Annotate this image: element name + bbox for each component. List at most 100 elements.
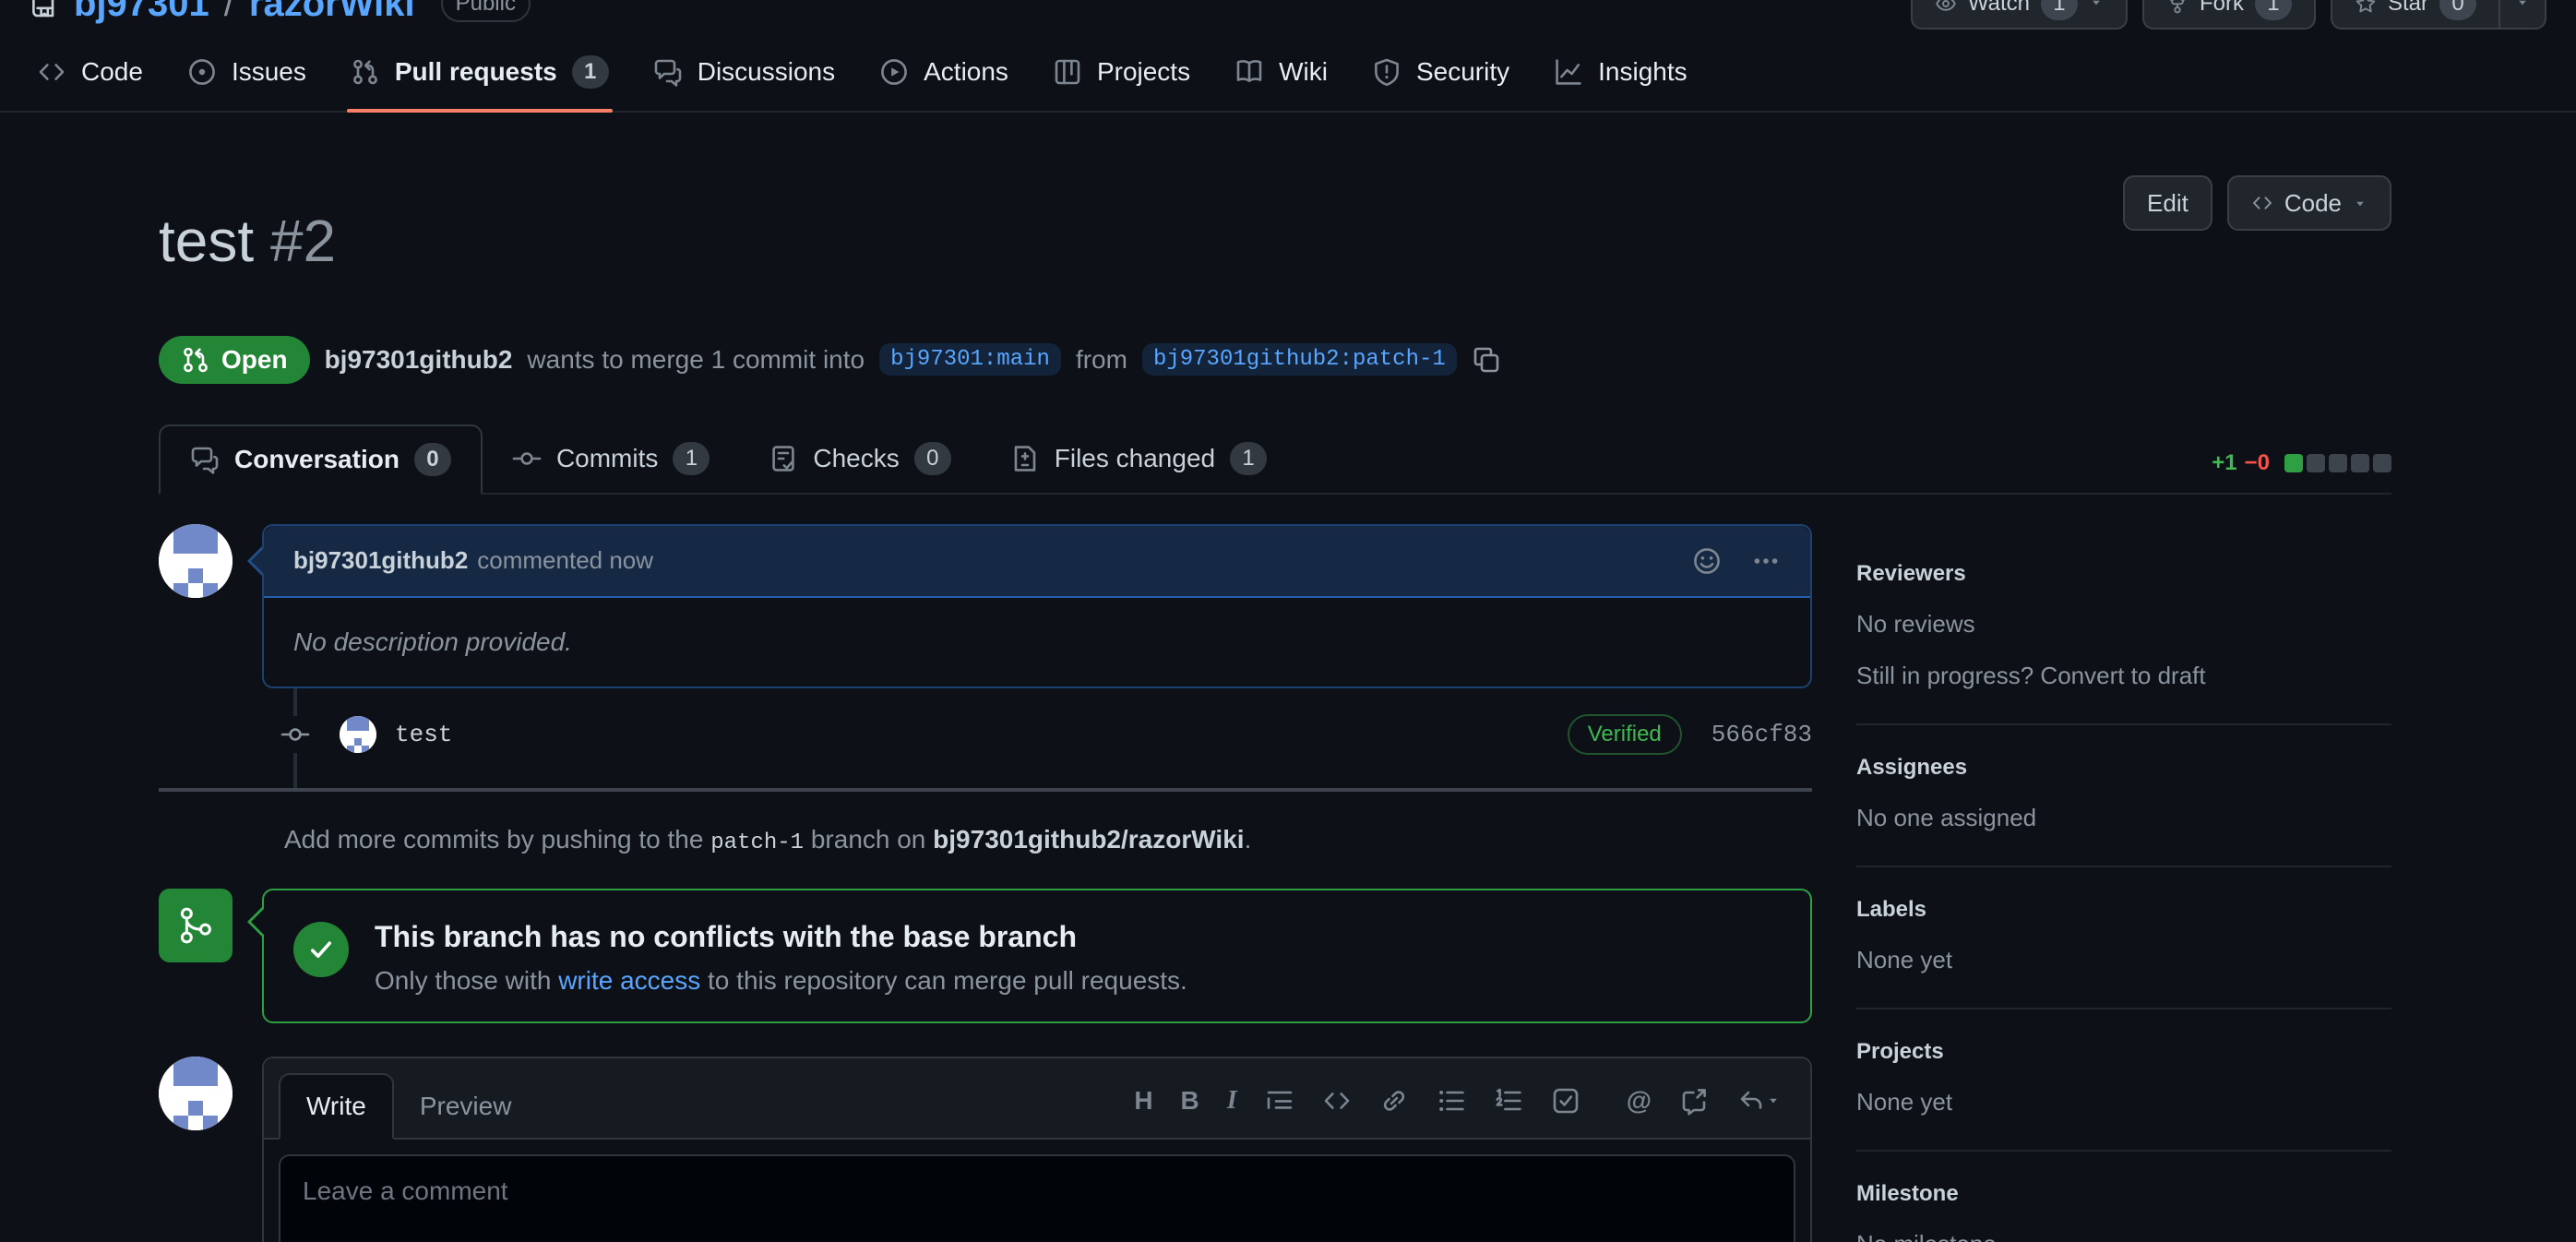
smiley-icon[interactable]	[1692, 546, 1722, 576]
tab-write[interactable]: Write	[279, 1073, 394, 1140]
tab-conversation[interactable]: Conversation 0	[159, 424, 483, 495]
saved-replies-icon[interactable]	[1736, 1086, 1781, 1116]
sidebar-section-labels: Labels None yet	[1856, 867, 2391, 1009]
nav-tab-security[interactable]: Security	[1354, 41, 1528, 111]
comment-author-link[interactable]: bj97301github2	[293, 546, 468, 575]
base-branch-label[interactable]: bj97301:main	[879, 343, 1061, 376]
merge-subtitle-text: Only those with	[375, 966, 551, 995]
push-hint-text: .	[1245, 825, 1252, 854]
avatar[interactable]	[340, 716, 376, 753]
merge-status-text: This branch has no conflicts with the ba…	[375, 916, 1187, 996]
star-icon	[2355, 0, 2377, 15]
edit-button[interactable]: Edit	[2123, 175, 2212, 231]
nav-tab-label: Issues	[232, 57, 306, 87]
nav-tab-discussions[interactable]: Discussions	[635, 41, 853, 111]
tab-label: Conversation	[234, 445, 400, 474]
copy-icon[interactable]	[1472, 345, 1501, 375]
sidebar-value: None yet	[1856, 1083, 2391, 1120]
code-icon[interactable]	[1322, 1086, 1352, 1116]
write-access-link[interactable]: write access	[558, 966, 700, 995]
tab-files-changed[interactable]: Files changed 1	[981, 424, 1296, 493]
nav-tab-issues[interactable]: Issues	[169, 41, 325, 111]
avatar	[159, 1057, 233, 1130]
pr-meta: Open bj97301github2 wants to merge 1 com…	[159, 336, 2391, 384]
nav-tab-wiki[interactable]: Wiki	[1216, 41, 1346, 111]
tab-label: Files changed	[1055, 444, 1215, 473]
push-hint-branch: patch-1	[710, 830, 804, 855]
pr-layout: bj97301github2 commented now No descript…	[159, 524, 2391, 1242]
heading-icon[interactable]: H	[1134, 1086, 1152, 1116]
tab-commits[interactable]: Commits 1	[483, 424, 739, 493]
commit-row: test Verified 566cf83	[159, 714, 1812, 755]
repo-name-link[interactable]: razorWiki	[249, 0, 415, 25]
star-caret-segment[interactable]	[2498, 0, 2545, 28]
push-hint: Add more commits by pushing to the patch…	[159, 825, 1812, 855]
pr-author-link[interactable]: bj97301github2	[325, 345, 513, 375]
repo-actions: Watch 1 Fork 1 Star 0	[1911, 0, 2546, 30]
code-dropdown-button[interactable]: Code	[2227, 175, 2391, 231]
nav-tab-label: Insights	[1598, 57, 1688, 87]
fork-label: Fork	[2200, 0, 2244, 17]
star-count: 0	[2439, 0, 2476, 20]
pr-header: test #2 Edit Code	[159, 164, 2391, 317]
nav-tab-actions[interactable]: Actions	[861, 41, 1027, 111]
cross-reference-icon[interactable]	[1679, 1086, 1709, 1116]
diffstat-additions: +1	[2212, 450, 2236, 476]
verified-badge[interactable]: Verified	[1568, 714, 1682, 755]
markdown-toolbar: H B I @	[1134, 1086, 1795, 1138]
merge-status-box: This branch has no conflicts with the ba…	[262, 889, 1812, 1023]
sidebar-heading-projects[interactable]: Projects	[1856, 1039, 2391, 1065]
git-commit-icon	[280, 716, 310, 753]
fork-icon	[2166, 0, 2188, 15]
head-branch-label[interactable]: bj97301github2:patch-1	[1142, 343, 1457, 376]
unordered-list-icon[interactable]	[1437, 1086, 1466, 1116]
fork-button[interactable]: Fork 1	[2142, 0, 2316, 30]
comment-body: No description provided.	[264, 598, 1810, 687]
italic-icon[interactable]: I	[1227, 1086, 1237, 1116]
conversation-main: bj97301github2 commented now No descript…	[159, 524, 1812, 1242]
pr-meta-from: from	[1076, 345, 1127, 375]
repo-owner-link[interactable]: bj97301	[74, 0, 209, 25]
github-pull-request-page: bj97301 / razorWiki Public Watch 1 Fork …	[0, 0, 2576, 1242]
comment-input[interactable]	[279, 1154, 1795, 1242]
repo-slash: /	[224, 0, 234, 25]
nav-tab-insights[interactable]: Insights	[1535, 41, 1706, 111]
bold-icon[interactable]: B	[1181, 1086, 1199, 1116]
pull-request-icon	[181, 345, 210, 375]
nav-tab-code[interactable]: Code	[18, 41, 161, 111]
quote-icon[interactable]	[1265, 1086, 1294, 1116]
repo-title: bj97301 / razorWiki Public	[30, 0, 531, 25]
commits-count: 1	[673, 442, 710, 475]
nav-tab-projects[interactable]: Projects	[1034, 41, 1209, 111]
sidebar-heading-milestone[interactable]: Milestone	[1856, 1181, 2391, 1207]
mention-icon[interactable]: @	[1627, 1086, 1652, 1116]
commit-message-link[interactable]: test	[395, 721, 452, 748]
tab-preview[interactable]: Preview	[394, 1075, 538, 1138]
nav-tab-label: Wiki	[1279, 57, 1328, 87]
tasklist-icon[interactable]	[1551, 1086, 1580, 1116]
sidebar-heading-assignees[interactable]: Assignees	[1856, 755, 2391, 781]
actions-icon	[879, 57, 909, 87]
star-button[interactable]: Star 0	[2331, 0, 2546, 30]
pr-number: #2	[270, 208, 336, 274]
merge-status-subtitle: Only those with write access to this rep…	[375, 966, 1187, 996]
avatar[interactable]	[159, 524, 233, 598]
ordered-list-icon[interactable]	[1494, 1086, 1523, 1116]
nav-tab-pull-requests[interactable]: Pull requests 1	[332, 41, 627, 111]
visibility-badge: Public	[441, 0, 531, 22]
check-icon	[293, 922, 349, 977]
commit-meta: Verified 566cf83	[1568, 714, 1812, 755]
sidebar-value: No one assigned	[1856, 799, 2391, 836]
convert-to-draft-line[interactable]: Still in progress? Convert to draft	[1856, 657, 2391, 694]
sidebar-heading-labels[interactable]: Labels	[1856, 897, 2391, 923]
sidebar-heading-reviewers[interactable]: Reviewers	[1856, 561, 2391, 587]
insights-icon	[1554, 57, 1583, 87]
nav-tab-label: Actions	[924, 57, 1008, 87]
link-icon[interactable]	[1379, 1086, 1409, 1116]
watch-button[interactable]: Watch 1	[1911, 0, 2128, 30]
commit-sha-link[interactable]: 566cf83	[1711, 721, 1812, 748]
kebab-icon[interactable]	[1751, 546, 1781, 576]
sidebar-section-reviewers: Reviewers No reviews Still in progress? …	[1856, 561, 2391, 725]
tab-checks[interactable]: Checks 0	[739, 424, 980, 493]
comment-header-actions	[1692, 546, 1781, 576]
